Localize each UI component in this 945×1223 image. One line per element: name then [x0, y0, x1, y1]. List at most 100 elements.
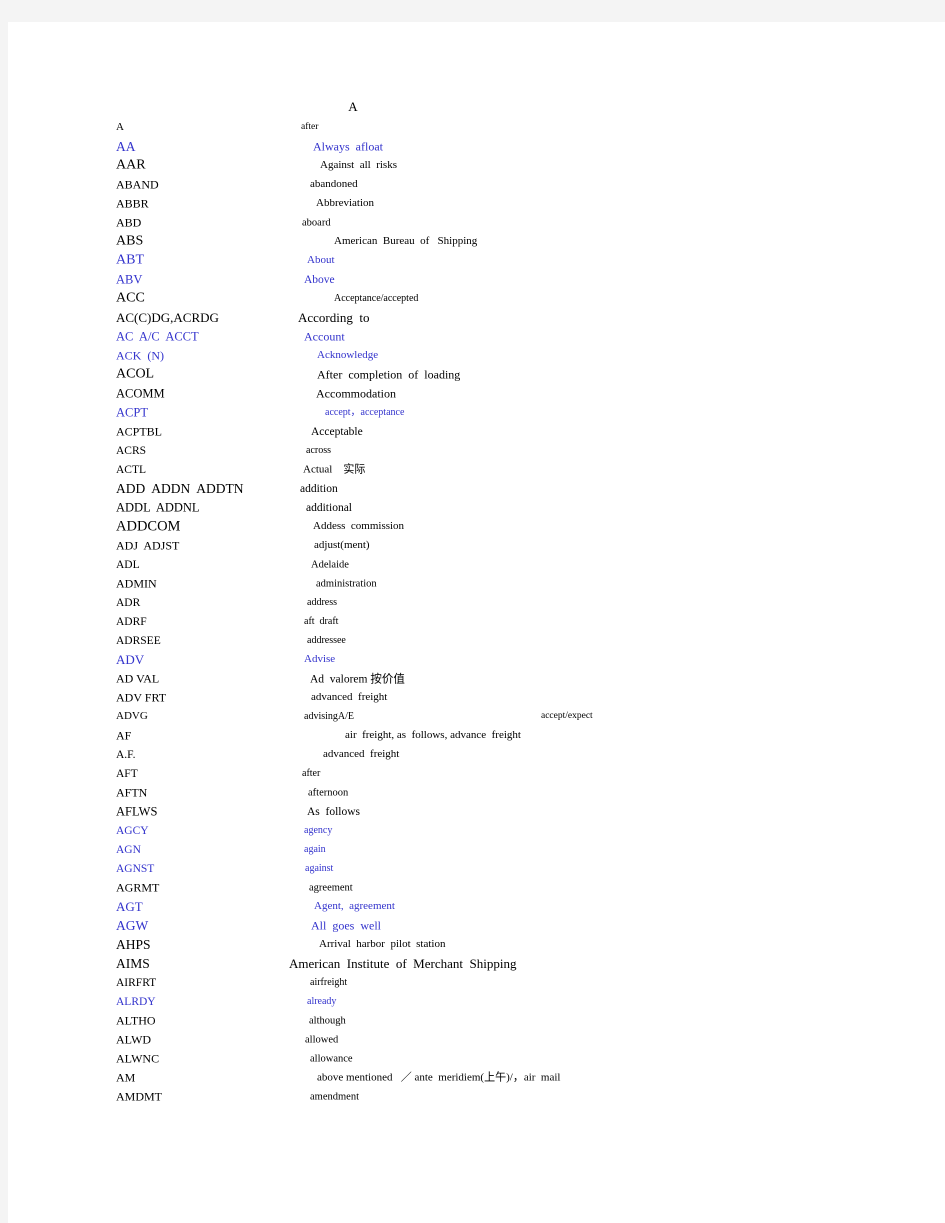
abbreviation-definition: Always afloat [313, 139, 383, 154]
glossary-entry-row: ADV Advise [8, 650, 945, 669]
abbreviation-definition: agreement [309, 881, 353, 893]
glossary-entry-row: AAR Against all risks [8, 156, 945, 175]
document-page: A Aafter AA Always afloat AAR Against all ri… [8, 22, 945, 1223]
abbreviation-definition: accept，acceptance [325, 406, 405, 418]
glossary-entry-row: ACOL After completion of loading [8, 365, 945, 384]
cjk-text: 按价值 [370, 670, 405, 685]
abbreviation-definition: addressee [307, 634, 346, 646]
abbreviation-definition: advanced freight [311, 690, 388, 703]
abbreviation-term: ALRDY [116, 995, 156, 1008]
abbreviation-definition: About [307, 253, 335, 266]
page-title: A [348, 99, 358, 114]
glossary-entry-row: AIRFRT airfreight [8, 973, 945, 992]
definition-side-note: accept/expect [541, 710, 593, 721]
abbreviation-term: ALTHO [116, 1013, 156, 1028]
abbreviation-definition: although [309, 1014, 346, 1026]
glossary-entry-row: ADV FRT advanced freight [8, 688, 945, 707]
abbreviation-term: ACOMM [116, 385, 165, 400]
glossary-entry-row: ACOMM Accommodation [8, 384, 945, 403]
abbreviation-term: ADL [116, 558, 140, 571]
glossary-entry-row: AGCY agency [8, 821, 945, 840]
abbreviation-definition: Above [304, 273, 335, 286]
abbreviation-term: ALWNC [116, 1051, 160, 1066]
abbreviation-term: AM [116, 1070, 136, 1085]
abbreviation-term: AIMS [116, 955, 150, 971]
abbreviation-definition: additional [306, 501, 352, 514]
abbreviation-term: ACPTBL [116, 424, 163, 439]
abbreviation-definition: Acceptance/accepted [334, 292, 419, 304]
abbreviation-term: ACRS [116, 444, 147, 457]
abbreviation-definition: Adelaide [311, 558, 349, 570]
glossary-entry-row: ALWNC allowance [8, 1049, 945, 1068]
abbreviation-term: ADDL ADDNL [116, 499, 200, 514]
abbreviation-term: AD VAL [116, 671, 160, 686]
glossary-entry-row: ABT About [8, 251, 945, 270]
abbreviation-definition: across [306, 444, 331, 456]
glossary-entry-row: ADVG advisingA/E accept/expect [8, 707, 945, 726]
abbreviation-definition: adjust(ment) [314, 538, 370, 551]
glossary-entry-row: AGN again [8, 840, 945, 859]
abbreviation-term: AC(C)DG,ACRDG [116, 309, 219, 325]
abbreviation-definition: agency [304, 824, 333, 836]
glossary-entry-row: AGRMT agreement [8, 878, 945, 897]
abbreviation-definition: air freight, as follows, advance freight [345, 728, 521, 741]
glossary-entry-row: AFTN afternoon [8, 783, 945, 802]
abbreviation-term: ALWD [116, 1032, 152, 1047]
abbreviation-term: ABBR [116, 196, 149, 211]
glossary-entry-row: ADRF aft draft [8, 612, 945, 631]
abbreviation-definition: As follows [307, 805, 361, 818]
abbreviation-term: AC A/C ACCT [116, 328, 199, 343]
abbreviation-definition: again [304, 843, 326, 855]
glossary-entry-row: ALTHO although [8, 1011, 945, 1030]
abbreviation-term: AFT [116, 767, 138, 780]
glossary-entry-row: AM above mentioned ／ ante meridiem(上午)/，a… [8, 1068, 945, 1087]
abbreviation-definition: allowed [305, 1033, 339, 1045]
abbreviation-term: ADVG [116, 709, 148, 722]
abbreviation-term: AGNST [116, 862, 155, 875]
abbreviation-term: ADRSEE [116, 634, 161, 647]
glossary-entry-row: AF air freight, as follows, advance freig… [8, 726, 945, 745]
abbreviation-term: ABD [116, 215, 142, 230]
abbreviation-definition: Addess commission [313, 519, 405, 532]
abbreviation-term: ADJ ADJST [116, 538, 180, 553]
glossary-entry-row: ALRDY already [8, 992, 945, 1011]
abbreviation-definition: According to [298, 309, 370, 325]
glossary-entry-row: AGW All goes well [8, 916, 945, 935]
abbreviation-definition: amendment [310, 1090, 359, 1102]
abbreviation-definition: Ad valorem 按价值 [310, 670, 405, 685]
abbreviation-term: AF [116, 728, 132, 743]
cjk-text: ／ [400, 1070, 412, 1084]
glossary-entry-row: ABD aboard [8, 213, 945, 232]
abbreviation-term: ABV [116, 271, 143, 286]
abbreviation-definition: Arrival harbor pilot station [319, 937, 446, 950]
glossary-entry-row: AIMS American Institute of Merchant Shipp… [8, 954, 945, 973]
abbreviation-term: AGN [116, 843, 141, 856]
cjk-text: ， [350, 406, 361, 418]
abbreviation-term: AA [116, 138, 136, 154]
abbreviation-term: ACTL [116, 463, 147, 476]
glossary-entry-row: Aafter [8, 118, 945, 137]
abbreviation-term: AIRFRT [116, 976, 157, 989]
abbreviation-term: AMDMT [116, 1089, 163, 1104]
glossary-entry-row: ABS American Bureau of Shipping [8, 232, 945, 251]
abbreviation-term: AGCY [116, 824, 149, 837]
abbreviation-definition: against [305, 862, 334, 874]
abbreviation-term: ADV FRT [116, 690, 167, 705]
abbreviation-term: ABT [116, 252, 144, 268]
glossary-entry-row: ACK (N) Acknowledge [8, 346, 945, 365]
glossary-entry-row: ACTL Actual 实际 [8, 460, 945, 479]
abbreviation-term: ADMIN [116, 576, 157, 591]
abbreviation-term: AFLWS [116, 803, 158, 818]
abbreviation-definition: after [301, 121, 319, 132]
abbreviation-definition: After completion of loading [317, 367, 461, 382]
abbreviation-definition: after [302, 767, 321, 779]
abbreviation-term: AHPS [116, 936, 151, 952]
abbreviation-term: ADDCOM [116, 517, 181, 534]
abbreviation-term: AFTN [116, 785, 148, 800]
abbreviation-definition: Accommodation [316, 386, 396, 401]
abbreviation-definition: address [307, 596, 337, 608]
glossary-entry-row: AGT Agent, agreement [8, 897, 945, 916]
abbreviation-definition: advisingA/E [304, 710, 354, 722]
abbreviation-term: ACC [116, 290, 145, 306]
abbreviation-term: ADD ADDN ADDTN [116, 480, 244, 496]
